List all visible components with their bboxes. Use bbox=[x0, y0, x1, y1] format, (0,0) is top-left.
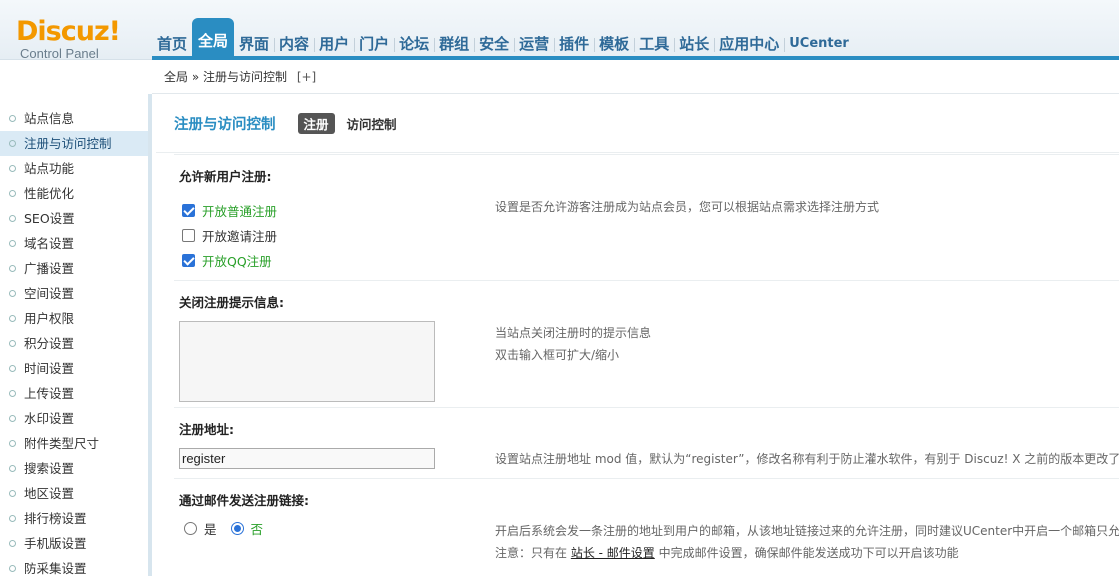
sidebar-item-attachment-types[interactable]: 附件类型尺寸 bbox=[0, 431, 148, 456]
nav-home[interactable]: 首页 bbox=[152, 24, 192, 60]
radio-no[interactable] bbox=[231, 522, 244, 535]
register-url-hint: 设置站点注册地址 mod 值，默认为“register”，修改名称有利于防止灌水… bbox=[495, 448, 1119, 470]
nav-security[interactable]: 安全 bbox=[474, 24, 514, 60]
sidebar-item-mobile[interactable]: 手机版设置 bbox=[0, 531, 148, 556]
email-link-radio-group: 是 否 bbox=[184, 518, 277, 538]
discuz-logo[interactable]: Discuz! Control Panel bbox=[16, 18, 126, 62]
sidebar-item-broadcast[interactable]: 广播设置 bbox=[0, 256, 148, 281]
main-nav: 首页 全局 界面 内容 用户 门户 论坛 群组 安全 运营 插件 模板 工具 站… bbox=[152, 16, 854, 60]
checkbox-invite-register[interactable]: 开放邀请注册 bbox=[182, 225, 277, 245]
top-header: Discuz! Control Panel 首页 全局 界面 内容 用户 门户 … bbox=[0, 0, 1119, 60]
nav-groups[interactable]: 群组 bbox=[434, 24, 474, 60]
breadcrumb-text: 全局 » 注册与访问控制 bbox=[164, 70, 287, 84]
sidebar-item-seo[interactable]: SEO设置 bbox=[0, 206, 148, 231]
sidebar: 站点信息 注册与访问控制 站点功能 性能优化 SEO设置 域名设置 广播设置 空… bbox=[0, 94, 152, 576]
sidebar-item-performance[interactable]: 性能优化 bbox=[0, 181, 148, 206]
radio-yes[interactable] bbox=[184, 522, 197, 535]
sidebar-item-time[interactable]: 时间设置 bbox=[0, 356, 148, 381]
email-link-note-suffix: 中完成邮件设置，确保邮件能发送成功下可以开启该功能 bbox=[655, 546, 959, 560]
breadcrumb: 全局 » 注册与访问控制 [+] bbox=[152, 60, 1119, 94]
close-message-hint: 当站点关闭注册时的提示信息 bbox=[495, 322, 651, 344]
page-header: 注册与访问控制 注册 访问控制 bbox=[156, 95, 1119, 153]
checkbox-qq-register-label: 开放QQ注册 bbox=[202, 251, 272, 270]
sidebar-item-search[interactable]: 搜索设置 bbox=[0, 456, 148, 481]
checkbox-normal-register-box[interactable] bbox=[182, 204, 195, 217]
close-message-textarea[interactable] bbox=[179, 321, 435, 402]
allow-register-section: 允许新用户注册: 开放普通注册 开放邀请注册 开放QQ注册 设置是否允许游客注册… bbox=[174, 154, 1119, 280]
close-message-hint-2: 双击输入框可扩大/缩小 bbox=[495, 344, 619, 366]
nav-portal[interactable]: 门户 bbox=[354, 24, 394, 60]
register-url-input[interactable]: register bbox=[179, 448, 435, 469]
email-link-section: 通过邮件发送注册链接: 是 否 开启后系统会发一条注册的地址到用户的邮箱，从该地… bbox=[174, 478, 1119, 578]
checkbox-normal-register-label: 开放普通注册 bbox=[202, 201, 277, 220]
nav-ucenter[interactable]: UCenter bbox=[784, 24, 854, 60]
sidebar-item-watermark[interactable]: 水印设置 bbox=[0, 406, 148, 431]
nav-interface[interactable]: 界面 bbox=[234, 24, 274, 60]
sidebar-item-rankings[interactable]: 排行榜设置 bbox=[0, 506, 148, 531]
logo-text: Discuz! bbox=[16, 18, 126, 46]
nav-content[interactable]: 内容 bbox=[274, 24, 314, 60]
register-url-section: 注册地址: register 设置站点注册地址 mod 值，默认为“regist… bbox=[174, 407, 1119, 478]
sidebar-item-register-access[interactable]: 注册与访问控制 bbox=[0, 131, 148, 156]
sidebar-item-credits[interactable]: 积分设置 bbox=[0, 331, 148, 356]
sidebar-item-upload[interactable]: 上传设置 bbox=[0, 381, 148, 406]
nav-plugins[interactable]: 插件 bbox=[554, 24, 594, 60]
email-link-hint: 开启后系统会发一条注册的地址到用户的邮箱，从该地址链接过来的允许注册，同时建议U… bbox=[495, 520, 1119, 542]
allow-register-label: 允许新用户注册: bbox=[179, 166, 272, 185]
checkbox-invite-register-box[interactable] bbox=[182, 229, 195, 242]
sidebar-item-space[interactable]: 空间设置 bbox=[0, 281, 148, 306]
page-title: 注册与访问控制 bbox=[174, 113, 276, 134]
close-message-section: 关闭注册提示信息: 当站点关闭注册时的提示信息 双击输入框可扩大/缩小 bbox=[174, 280, 1119, 407]
sidebar-item-site-info[interactable]: 站点信息 bbox=[0, 106, 148, 131]
nav-global[interactable]: 全局 bbox=[192, 18, 234, 60]
sidebar-item-anti-scrape[interactable]: 防采集设置 bbox=[0, 556, 148, 581]
nav-tools[interactable]: 工具 bbox=[634, 24, 674, 60]
nav-users[interactable]: 用户 bbox=[314, 24, 354, 60]
tab-access-control[interactable]: 访问控制 bbox=[341, 113, 403, 134]
sidebar-item-site-features[interactable]: 站点功能 bbox=[0, 156, 148, 181]
checkbox-qq-register-box[interactable] bbox=[182, 254, 195, 267]
checkbox-invite-register-label: 开放邀请注册 bbox=[202, 226, 277, 245]
email-link-label: 通过邮件发送注册链接: bbox=[179, 490, 309, 509]
sidebar-item-domain[interactable]: 域名设置 bbox=[0, 231, 148, 256]
nav-templates[interactable]: 模板 bbox=[594, 24, 634, 60]
email-link-note-prefix: 注意：只有在 bbox=[495, 546, 571, 560]
nav-forum[interactable]: 论坛 bbox=[394, 24, 434, 60]
email-link-note: 注意：只有在 站长 - 邮件设置 中完成邮件设置，确保邮件能发送成功下可以开启该… bbox=[495, 542, 959, 564]
nav-app-center[interactable]: 应用中心 bbox=[714, 24, 784, 60]
register-url-label: 注册地址: bbox=[179, 419, 234, 438]
sidebar-item-region[interactable]: 地区设置 bbox=[0, 481, 148, 506]
mail-settings-link[interactable]: 站长 - 邮件设置 bbox=[571, 546, 655, 560]
nav-operations[interactable]: 运营 bbox=[514, 24, 554, 60]
nav-webmaster[interactable]: 站长 bbox=[674, 24, 714, 60]
checkbox-qq-register[interactable]: 开放QQ注册 bbox=[182, 250, 272, 270]
main-content: 注册与访问控制 注册 访问控制 允许新用户注册: 开放普通注册 开放邀请注册 开… bbox=[156, 95, 1119, 576]
tab-register[interactable]: 注册 bbox=[298, 113, 335, 134]
radio-yes-label: 是 bbox=[204, 519, 217, 538]
radio-no-label: 否 bbox=[251, 519, 264, 538]
allow-register-hint: 设置是否允许游客注册成为站点会员，您可以根据站点需求选择注册方式 bbox=[495, 196, 879, 218]
close-message-label: 关闭注册提示信息: bbox=[179, 292, 284, 311]
sidebar-item-user-permissions[interactable]: 用户权限 bbox=[0, 306, 148, 331]
logo-subtitle: Control Panel bbox=[20, 46, 126, 62]
checkbox-normal-register[interactable]: 开放普通注册 bbox=[182, 200, 277, 220]
add-shortcut-button[interactable]: [+] bbox=[297, 70, 316, 84]
